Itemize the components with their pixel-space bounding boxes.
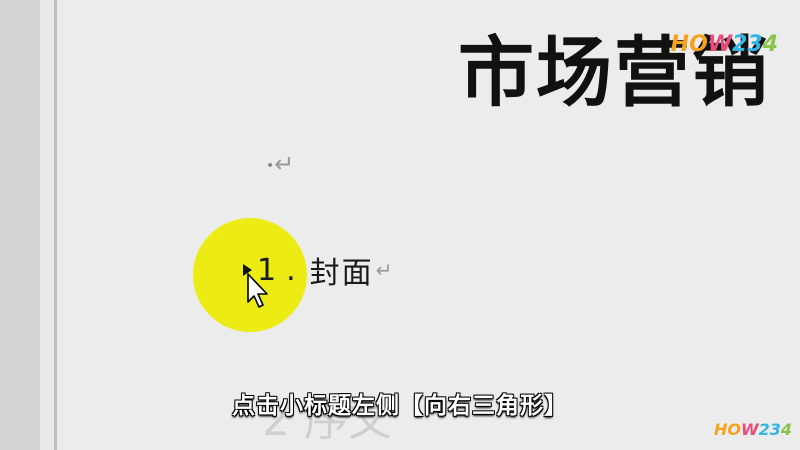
paragraph-mark-icon: ↵ xyxy=(274,150,295,178)
heading-text: 封面 xyxy=(309,256,374,291)
paragraph-mark-icon: ↵ xyxy=(375,258,393,282)
mouse-pointer-icon xyxy=(247,273,268,308)
watermark-logo: HOW234 xyxy=(670,32,778,57)
watermark-logo-small: HOW234 xyxy=(713,420,792,439)
empty-paragraph[interactable]: •↵ xyxy=(266,150,294,178)
heading-separator: . xyxy=(286,252,298,288)
left-margin xyxy=(0,0,40,450)
video-subtitle: 点击小标题左侧【向右三角形】 xyxy=(232,393,568,419)
